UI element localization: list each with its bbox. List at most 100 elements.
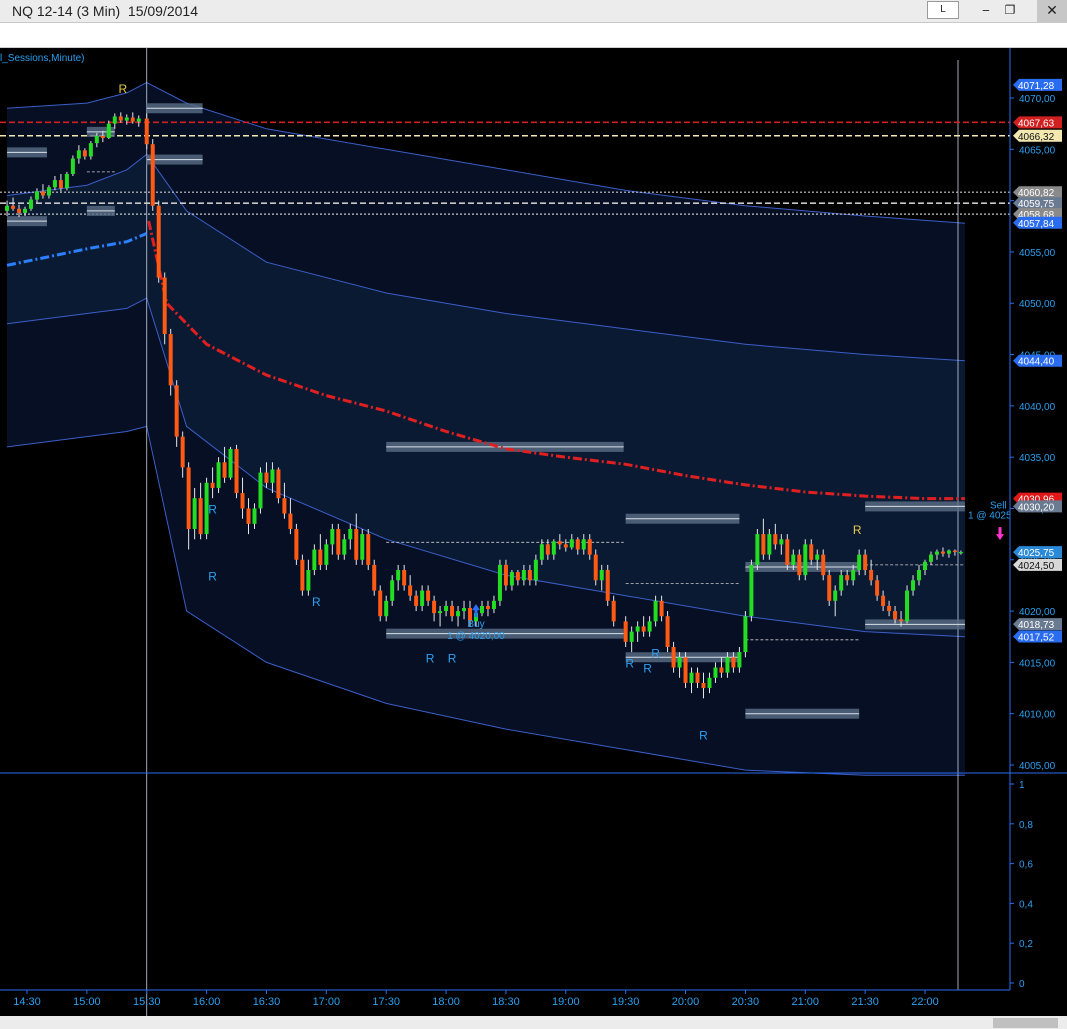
candle-body (899, 619, 904, 622)
candle-body (94, 135, 99, 144)
x-tick-label: 16:00 (193, 996, 221, 1008)
candle-body (575, 539, 580, 550)
candle-body (156, 205, 161, 278)
candle-body (887, 605, 892, 612)
candle-body (491, 600, 496, 610)
candle-body (659, 600, 664, 617)
y-tick-label: 4065,00 (1019, 145, 1056, 156)
x-tick-label: 15:30 (133, 996, 161, 1008)
close-icon[interactable]: ✕ (1037, 0, 1067, 22)
price-tag-label: 4071,28 (1018, 81, 1055, 92)
r-marker: R (699, 728, 708, 742)
x-tick-label: 19:30 (612, 996, 640, 1008)
x-tick-label: 20:30 (732, 996, 760, 1008)
candle-body (354, 528, 359, 560)
candle-body (893, 611, 898, 620)
candle-body (671, 646, 676, 668)
candle-body (940, 551, 945, 554)
price-tag: 4067,63 (1013, 116, 1062, 129)
candle-body (34, 191, 39, 200)
candle-body (192, 498, 197, 529)
candle-body (707, 677, 712, 689)
candle-body (857, 554, 862, 571)
candle-body (635, 626, 640, 632)
candle-body (593, 554, 598, 581)
candle-body (23, 208, 28, 213)
candle-body (827, 575, 832, 601)
candle-body (569, 539, 574, 548)
candle-body (378, 590, 383, 617)
price-tag: 4018,73 (1013, 618, 1062, 631)
candle-body (527, 570, 532, 581)
candle-body (521, 570, 526, 581)
candle-body (396, 570, 401, 581)
candle-body (456, 611, 461, 617)
candle-body (581, 539, 586, 550)
lock-button[interactable]: L (927, 1, 959, 19)
candle-body (881, 595, 886, 606)
osc-tick-label: 0,2 (1019, 939, 1033, 950)
candle-body (150, 144, 155, 206)
candle-body (533, 559, 538, 581)
candle-body (779, 539, 784, 545)
candle-body (40, 191, 45, 196)
candle-body (88, 143, 93, 157)
scrollbar-track (0, 1016, 1067, 1029)
price-chart[interactable]: RRRRR R RRRRRBuy1 @ 4020,00Sell1 @ 4025407… (0, 48, 1067, 1029)
candle-body (539, 544, 544, 560)
candle-body (623, 621, 628, 642)
candle-body (653, 600, 658, 622)
candle-body (58, 180, 63, 189)
x-tick-label: 15:00 (73, 996, 101, 1008)
candle-body (665, 616, 670, 647)
price-tag-label: 4057,84 (1018, 219, 1055, 230)
candle-body (288, 513, 293, 529)
y-tick-label: 4035,00 (1019, 453, 1056, 464)
toolbar (0, 23, 1067, 48)
candle-body (845, 575, 850, 581)
price-tag-label: 4018,73 (1018, 620, 1055, 631)
candle-body (276, 469, 281, 499)
y-tick-label: 4070,00 (1019, 94, 1056, 105)
candle-body (485, 605, 490, 610)
r-marker: R (118, 82, 127, 96)
minimize-icon[interactable]: ‒ (976, 0, 996, 22)
candle-body (180, 436, 185, 468)
r-marker: R (208, 569, 217, 583)
candle-body (252, 508, 257, 524)
candle-body (438, 611, 443, 614)
candle-body (641, 626, 646, 632)
candle-body (28, 199, 33, 209)
candle-body (809, 544, 814, 560)
x-tick-label: 21:00 (792, 996, 820, 1008)
restore-icon[interactable]: ❐ (1000, 0, 1020, 22)
candle-body (174, 385, 179, 437)
candle-body (216, 462, 221, 488)
candle-body (557, 541, 562, 545)
candle-body (743, 616, 748, 653)
candle-body (348, 528, 353, 540)
x-tick-label: 21:30 (851, 996, 879, 1008)
candle-body (905, 590, 910, 622)
candle-body (946, 550, 951, 554)
candle-body (294, 528, 299, 560)
candle-body (797, 554, 802, 576)
candle-body (342, 539, 347, 555)
candle-body (264, 472, 269, 483)
candle-body (551, 541, 556, 555)
candle-body (106, 123, 111, 139)
candle-body (695, 672, 700, 683)
candle-body (222, 462, 227, 478)
candle-body (683, 657, 688, 683)
y-tick-label: 4010,00 (1019, 710, 1056, 721)
candle-body (958, 552, 963, 554)
x-tick-label: 17:00 (313, 996, 341, 1008)
candle-body (725, 657, 730, 673)
candle-body (324, 544, 329, 565)
candle-body (70, 158, 75, 174)
candle-body (100, 135, 105, 139)
candle-body (785, 539, 790, 565)
candle-body (767, 534, 772, 555)
candle-body (928, 554, 933, 562)
price-tag-label: 4017,52 (1018, 633, 1055, 644)
